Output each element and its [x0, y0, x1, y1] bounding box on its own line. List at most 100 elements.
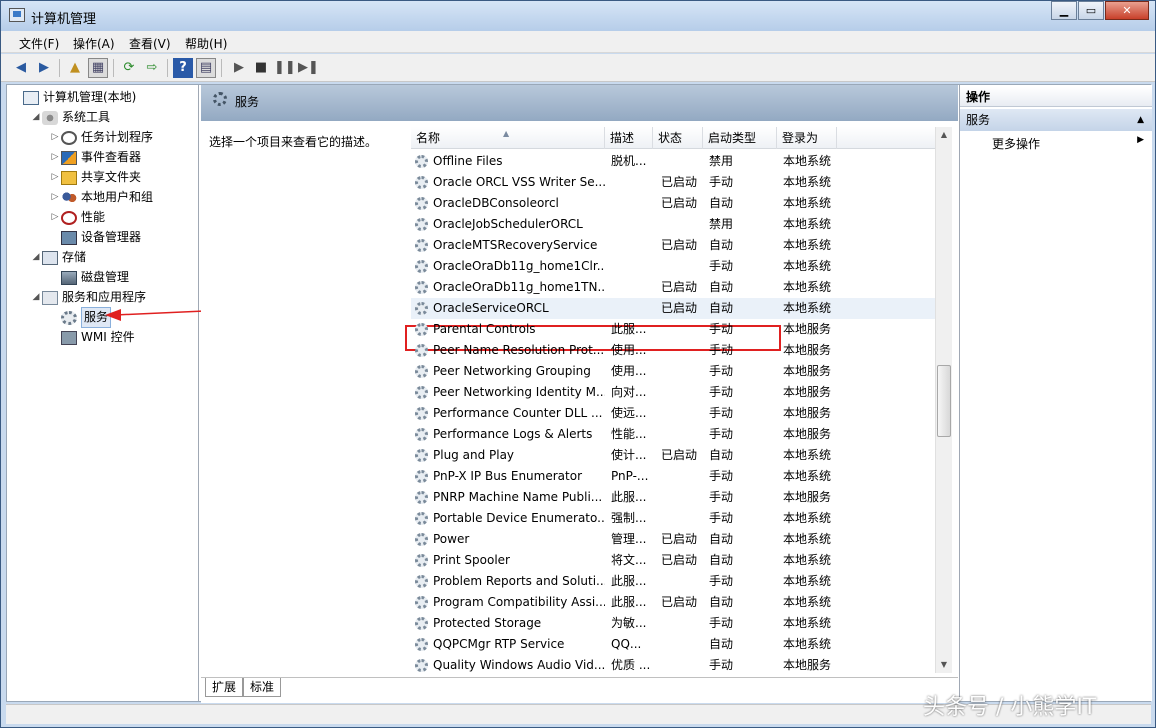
service-row[interactable]: OracleMTSRecoveryService 已启动 自动 本地系统	[411, 235, 935, 256]
service-row[interactable]: OracleDBConsoleorcl 已启动 自动 本地系统	[411, 193, 935, 214]
service-row[interactable]: OracleServiceORCL 已启动 自动 本地系统	[411, 298, 935, 319]
scroll-up-icon[interactable]: ▲	[936, 127, 952, 143]
service-row[interactable]: OracleOraDb11g_home1TN... 已启动 自动 本地系统	[411, 277, 935, 298]
service-row[interactable]: Peer Name Resolution Prot... 使用... 手动 本地服务	[411, 340, 935, 361]
service-row[interactable]: Performance Logs & Alerts 性能... 手动 本地服务	[411, 424, 935, 445]
scroll-down-icon[interactable]: ▼	[936, 657, 952, 673]
service-row[interactable]: OracleOraDb11g_home1Clr... 手动 本地系统	[411, 256, 935, 277]
console-tree: 计算机管理(本地) ◢ 系统工具 ▷ 任务计划程序 ▷ 事件查看器 ▷ 共享文件夹 ▷ 本地用户和组…	[7, 85, 199, 701]
service-description: 此服...	[611, 574, 647, 588]
column-name[interactable]: 名称 ▲	[411, 127, 605, 149]
export-list-icon[interactable]: ⇨	[142, 58, 162, 78]
service-row[interactable]: OracleJobSchedulerORCL 禁用 本地系统	[411, 214, 935, 235]
column-startup-type[interactable]: 启动类型	[703, 127, 777, 149]
service-row[interactable]: Parental Controls 此服... 手动 本地服务	[411, 319, 935, 340]
tree-item[interactable]: 设备管理器	[49, 228, 141, 247]
service-row[interactable]: Print Spooler 将文... 已启动 自动 本地系统	[411, 550, 935, 571]
expander-icon[interactable]: ▷	[49, 208, 61, 227]
maximize-button[interactable]: ▭	[1078, 1, 1104, 20]
menu-view[interactable]: 查看(V)	[129, 35, 171, 52]
service-row[interactable]: Power 管理... 已启动 自动 本地系统	[411, 529, 935, 550]
pause-service-icon[interactable]: ❚❚	[273, 58, 296, 78]
expander-icon[interactable]: ▷	[49, 128, 61, 147]
column-log-on-as[interactable]: 登录为	[777, 127, 837, 149]
tab-extended[interactable]: 扩展	[205, 678, 244, 697]
scroll-thumb[interactable]	[937, 365, 951, 437]
forward-arrow-icon[interactable]: ▶	[34, 58, 54, 78]
tree-item[interactable]: ▷ 共享文件夹	[49, 168, 141, 187]
service-row[interactable]: Oracle ORCL VSS Writer Se... 已启动 手动 本地系统	[411, 172, 935, 193]
tree-item[interactable]: ▷ 性能	[49, 208, 105, 227]
back-arrow-icon[interactable]: ◀	[11, 58, 31, 78]
column-description[interactable]: 描述	[605, 127, 653, 149]
actions-section-services[interactable]: 服务 ▲	[960, 109, 1152, 131]
menu-file[interactable]: 文件(F)	[19, 35, 59, 52]
service-row[interactable]: Quality Windows Audio Vid... 优质 ... 手动 本地服务	[411, 655, 935, 676]
service-startup-type: 禁用	[709, 217, 734, 231]
service-name: OracleDBConsoleorcl	[433, 196, 559, 210]
toolbar: ◀ ▶ ▲ ▦ ⟳ ⇨ ? ▤ ▶ ■ ❚❚ ▶❚	[1, 54, 1155, 82]
expander-icon[interactable]: ▷	[49, 188, 61, 207]
expander-icon[interactable]: ◢	[30, 248, 42, 267]
tree-item[interactable]: 磁盘管理	[49, 268, 129, 287]
performance-icon	[61, 210, 77, 225]
service-name: PNRP Machine Name Publi...	[433, 490, 603, 504]
service-description: 管理...	[611, 532, 647, 546]
window-title: 计算机管理	[31, 12, 97, 27]
service-name: OracleOraDb11g_home1TN...	[433, 280, 605, 294]
expander-icon[interactable]: ▷	[49, 168, 61, 187]
refresh-icon[interactable]: ⟳	[119, 58, 139, 78]
service-startup-type: 手动	[709, 511, 734, 525]
service-startup-type: 自动	[709, 238, 734, 252]
service-row[interactable]: Protected Storage 为敏... 手动 本地系统	[411, 613, 935, 634]
service-startup-type: 自动	[709, 595, 734, 609]
tree-item[interactable]: ▷ 事件查看器	[49, 148, 141, 167]
tree-item[interactable]: ▷ 本地用户和组	[49, 188, 153, 207]
menu-action[interactable]: 操作(A)	[73, 35, 115, 52]
service-name: Plug and Play	[433, 448, 515, 462]
service-row[interactable]: Performance Counter DLL ... 使远... 手动 本地服务	[411, 403, 935, 424]
close-button[interactable]: ✕	[1105, 1, 1149, 20]
expander-icon[interactable]: ▷	[49, 148, 61, 167]
service-name: OracleJobSchedulerORCL	[433, 217, 583, 231]
service-row[interactable]: Problem Reports and Soluti... 此服... 手动 本地系统	[411, 571, 935, 592]
service-row[interactable]: Peer Networking Grouping 使用... 手动 本地服务	[411, 361, 935, 382]
service-row[interactable]: Plug and Play 使计... 已启动 自动 本地系统	[411, 445, 935, 466]
service-description: 脱机...	[611, 154, 647, 168]
expander-icon[interactable]: ◢	[30, 288, 42, 307]
show-hide-action-pane-icon[interactable]: ▤	[196, 58, 216, 78]
service-log-on-as: 本地系统	[783, 553, 832, 567]
restart-service-icon[interactable]: ▶❚	[297, 58, 319, 78]
service-startup-type: 手动	[709, 616, 734, 630]
column-status[interactable]: 状态	[653, 127, 703, 149]
expander-icon[interactable]: ◢	[30, 108, 42, 127]
up-folder-icon[interactable]: ▲	[65, 58, 85, 78]
menu-help[interactable]: 帮助(H)	[185, 35, 227, 52]
tree-item[interactable]: ◢ 服务和应用程序	[30, 288, 146, 307]
service-row[interactable]: Offline Files 脱机... 禁用 本地系统	[411, 151, 935, 172]
service-row[interactable]: Portable Device Enumerato... 强制... 手动 本地系统	[411, 508, 935, 529]
service-name: Protected Storage	[433, 616, 542, 630]
show-hide-tree-icon[interactable]: ▦	[88, 58, 108, 78]
minimize-button[interactable]: ▁	[1051, 1, 1077, 20]
service-row[interactable]: PNRP Machine Name Publi... 此服... 手动 本地服务	[411, 487, 935, 508]
tree-item[interactable]: 服务	[49, 307, 112, 328]
tree-item[interactable]: ◢ 存储	[30, 248, 86, 267]
vertical-scrollbar[interactable]: ▲ ▼	[935, 127, 952, 673]
tree-item[interactable]: ▷ 任务计划程序	[49, 128, 153, 147]
service-row[interactable]: QQPCMgr RTP Service QQ... 自动 本地系统	[411, 634, 935, 655]
service-row[interactable]: PnP-X IP Bus Enumerator PnP-... 手动 本地系统	[411, 466, 935, 487]
service-log-on-as: 本地服务	[783, 364, 832, 378]
tree-item[interactable]: ◢ 系统工具	[30, 108, 110, 127]
service-startup-type: 手动	[709, 322, 734, 336]
service-row[interactable]: Peer Networking Identity M... 向对... 手动 本地服务	[411, 382, 935, 403]
help-icon[interactable]: ?	[173, 58, 193, 78]
service-row[interactable]: Program Compatibility Assi... 此服... 已启动 自动 本…	[411, 592, 935, 613]
start-service-icon[interactable]: ▶	[229, 58, 249, 78]
tree-item[interactable]: 计算机管理(本地)	[11, 88, 136, 107]
tab-standard[interactable]: 标准	[243, 678, 282, 697]
event-viewer-icon	[61, 150, 77, 165]
more-actions-item[interactable]: 更多操作	[992, 135, 1040, 152]
stop-service-icon[interactable]: ■	[251, 58, 271, 78]
tree-item[interactable]: WMI 控件	[49, 328, 135, 347]
